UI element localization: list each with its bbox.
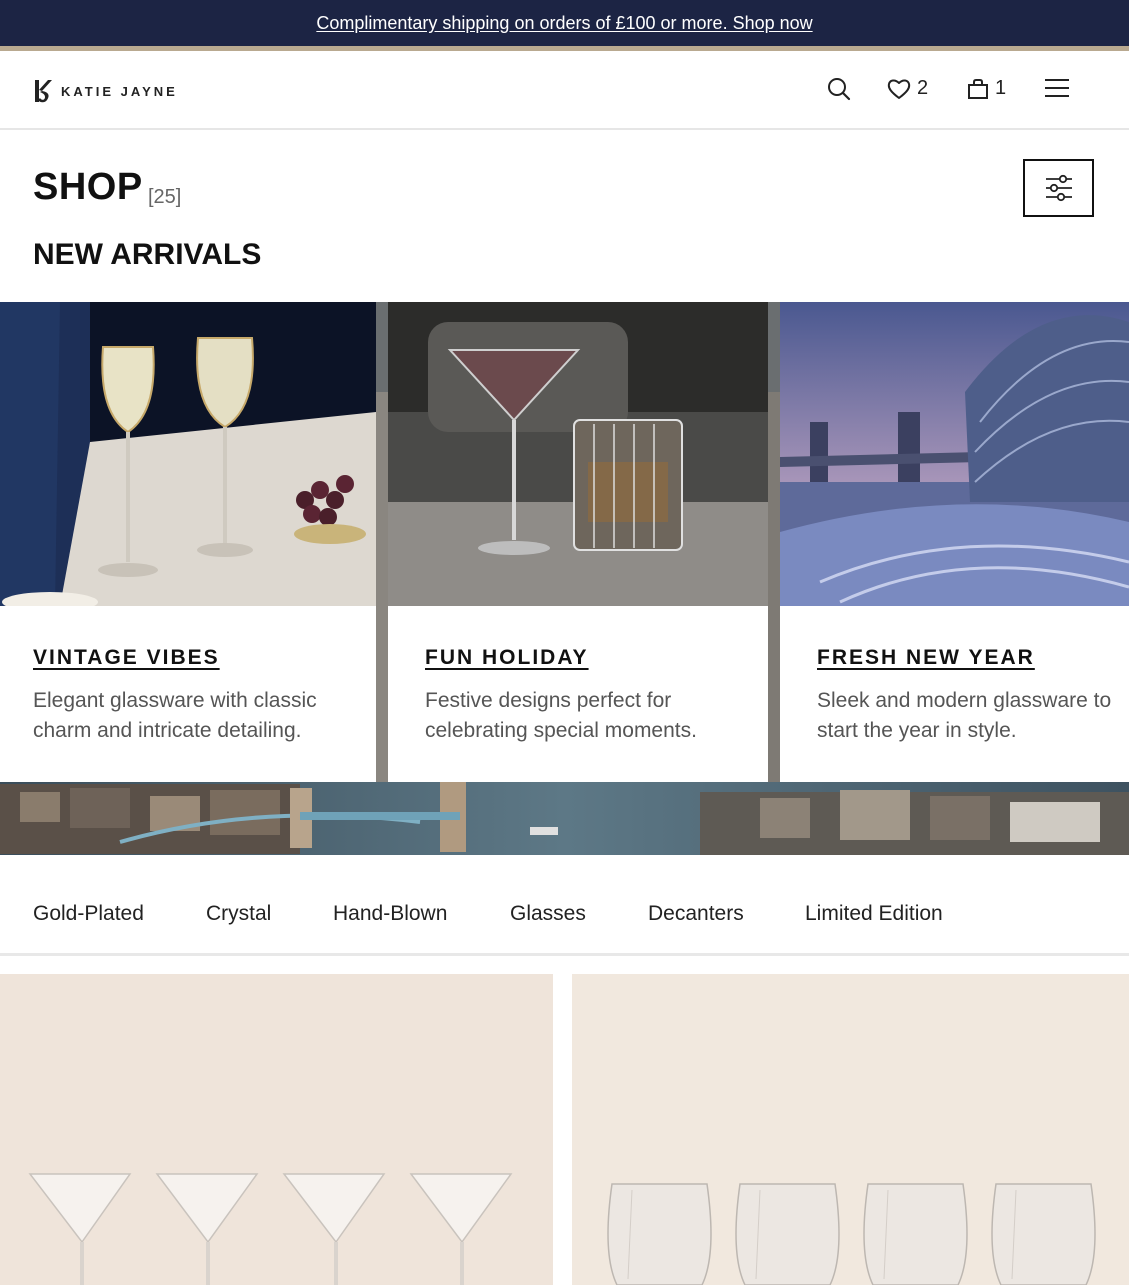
promo-bar: Complimentary shipping on orders of £100… <box>0 0 1129 46</box>
collection-image <box>780 302 1129 606</box>
tab-hand-blown[interactable]: Hand-Blown <box>333 902 447 926</box>
tab-decanters[interactable]: Decanters <box>648 902 744 926</box>
search-button[interactable] <box>827 77 851 101</box>
product-count: [25] <box>148 186 182 208</box>
category-tabs: Gold-Plated Crystal Hand-Blown Glasses D… <box>0 872 1129 956</box>
brand-logo[interactable]: KATIE JAYNE <box>33 78 178 104</box>
tab-glasses[interactable]: Glasses <box>510 902 586 926</box>
collection-description: Sleek and modern glassware to start the … <box>817 689 1112 742</box>
wishlist-count: 2 <box>917 77 929 99</box>
cart-count: 1 <box>995 77 1007 99</box>
collection-description: Festive designs perfect for celebrating … <box>425 689 697 742</box>
collection-title[interactable]: FUN HOLIDAY <box>425 646 589 670</box>
search-icon <box>828 78 851 101</box>
collection-card[interactable]: VINTAGE VIBES Elegant glassware with cla… <box>0 302 376 782</box>
bag-icon <box>968 78 988 99</box>
product-card[interactable] <box>0 974 553 1285</box>
new-arrivals-banner: VINTAGE VIBES Elegant glassware with cla… <box>0 302 1129 855</box>
menu-button[interactable] <box>1044 78 1070 98</box>
collection-image <box>388 302 768 606</box>
tab-gold-plated[interactable]: Gold-Plated <box>33 902 144 926</box>
product-card[interactable] <box>572 974 1129 1285</box>
collection-image <box>0 302 376 606</box>
tab-limited-edition[interactable]: Limited Edition <box>805 902 943 926</box>
collection-title[interactable]: VINTAGE VIBES <box>33 646 220 670</box>
promo-link[interactable]: Complimentary shipping on orders of £100… <box>316 13 812 34</box>
brand-name: KATIE JAYNE <box>61 83 178 99</box>
sliders-icon <box>1045 174 1072 202</box>
heart-icon <box>887 79 911 99</box>
collection-title[interactable]: FRESH NEW YEAR <box>817 646 1035 670</box>
brand-monogram-icon <box>35 80 52 103</box>
wishlist-button[interactable]: 2 <box>887 77 928 100</box>
collection-card[interactable]: FRESH NEW YEAR Sleek and modern glasswar… <box>780 302 1129 782</box>
cart-button[interactable]: 1 <box>967 77 1006 100</box>
site-header: KATIE JAYNE 2 1 <box>0 51 1129 130</box>
section-heading: NEW ARRIVALS <box>33 238 262 271</box>
tab-crystal[interactable]: Crystal <box>206 902 271 926</box>
page-title: SHOP <box>33 166 143 208</box>
collection-card[interactable]: FUN HOLIDAY Festive designs perfect for … <box>388 302 768 782</box>
product-image <box>0 974 553 1285</box>
product-image <box>572 974 1129 1285</box>
filter-button[interactable] <box>1023 159 1094 217</box>
collection-description: Elegant glassware with classic charm and… <box>33 689 317 742</box>
menu-icon <box>1045 79 1069 97</box>
